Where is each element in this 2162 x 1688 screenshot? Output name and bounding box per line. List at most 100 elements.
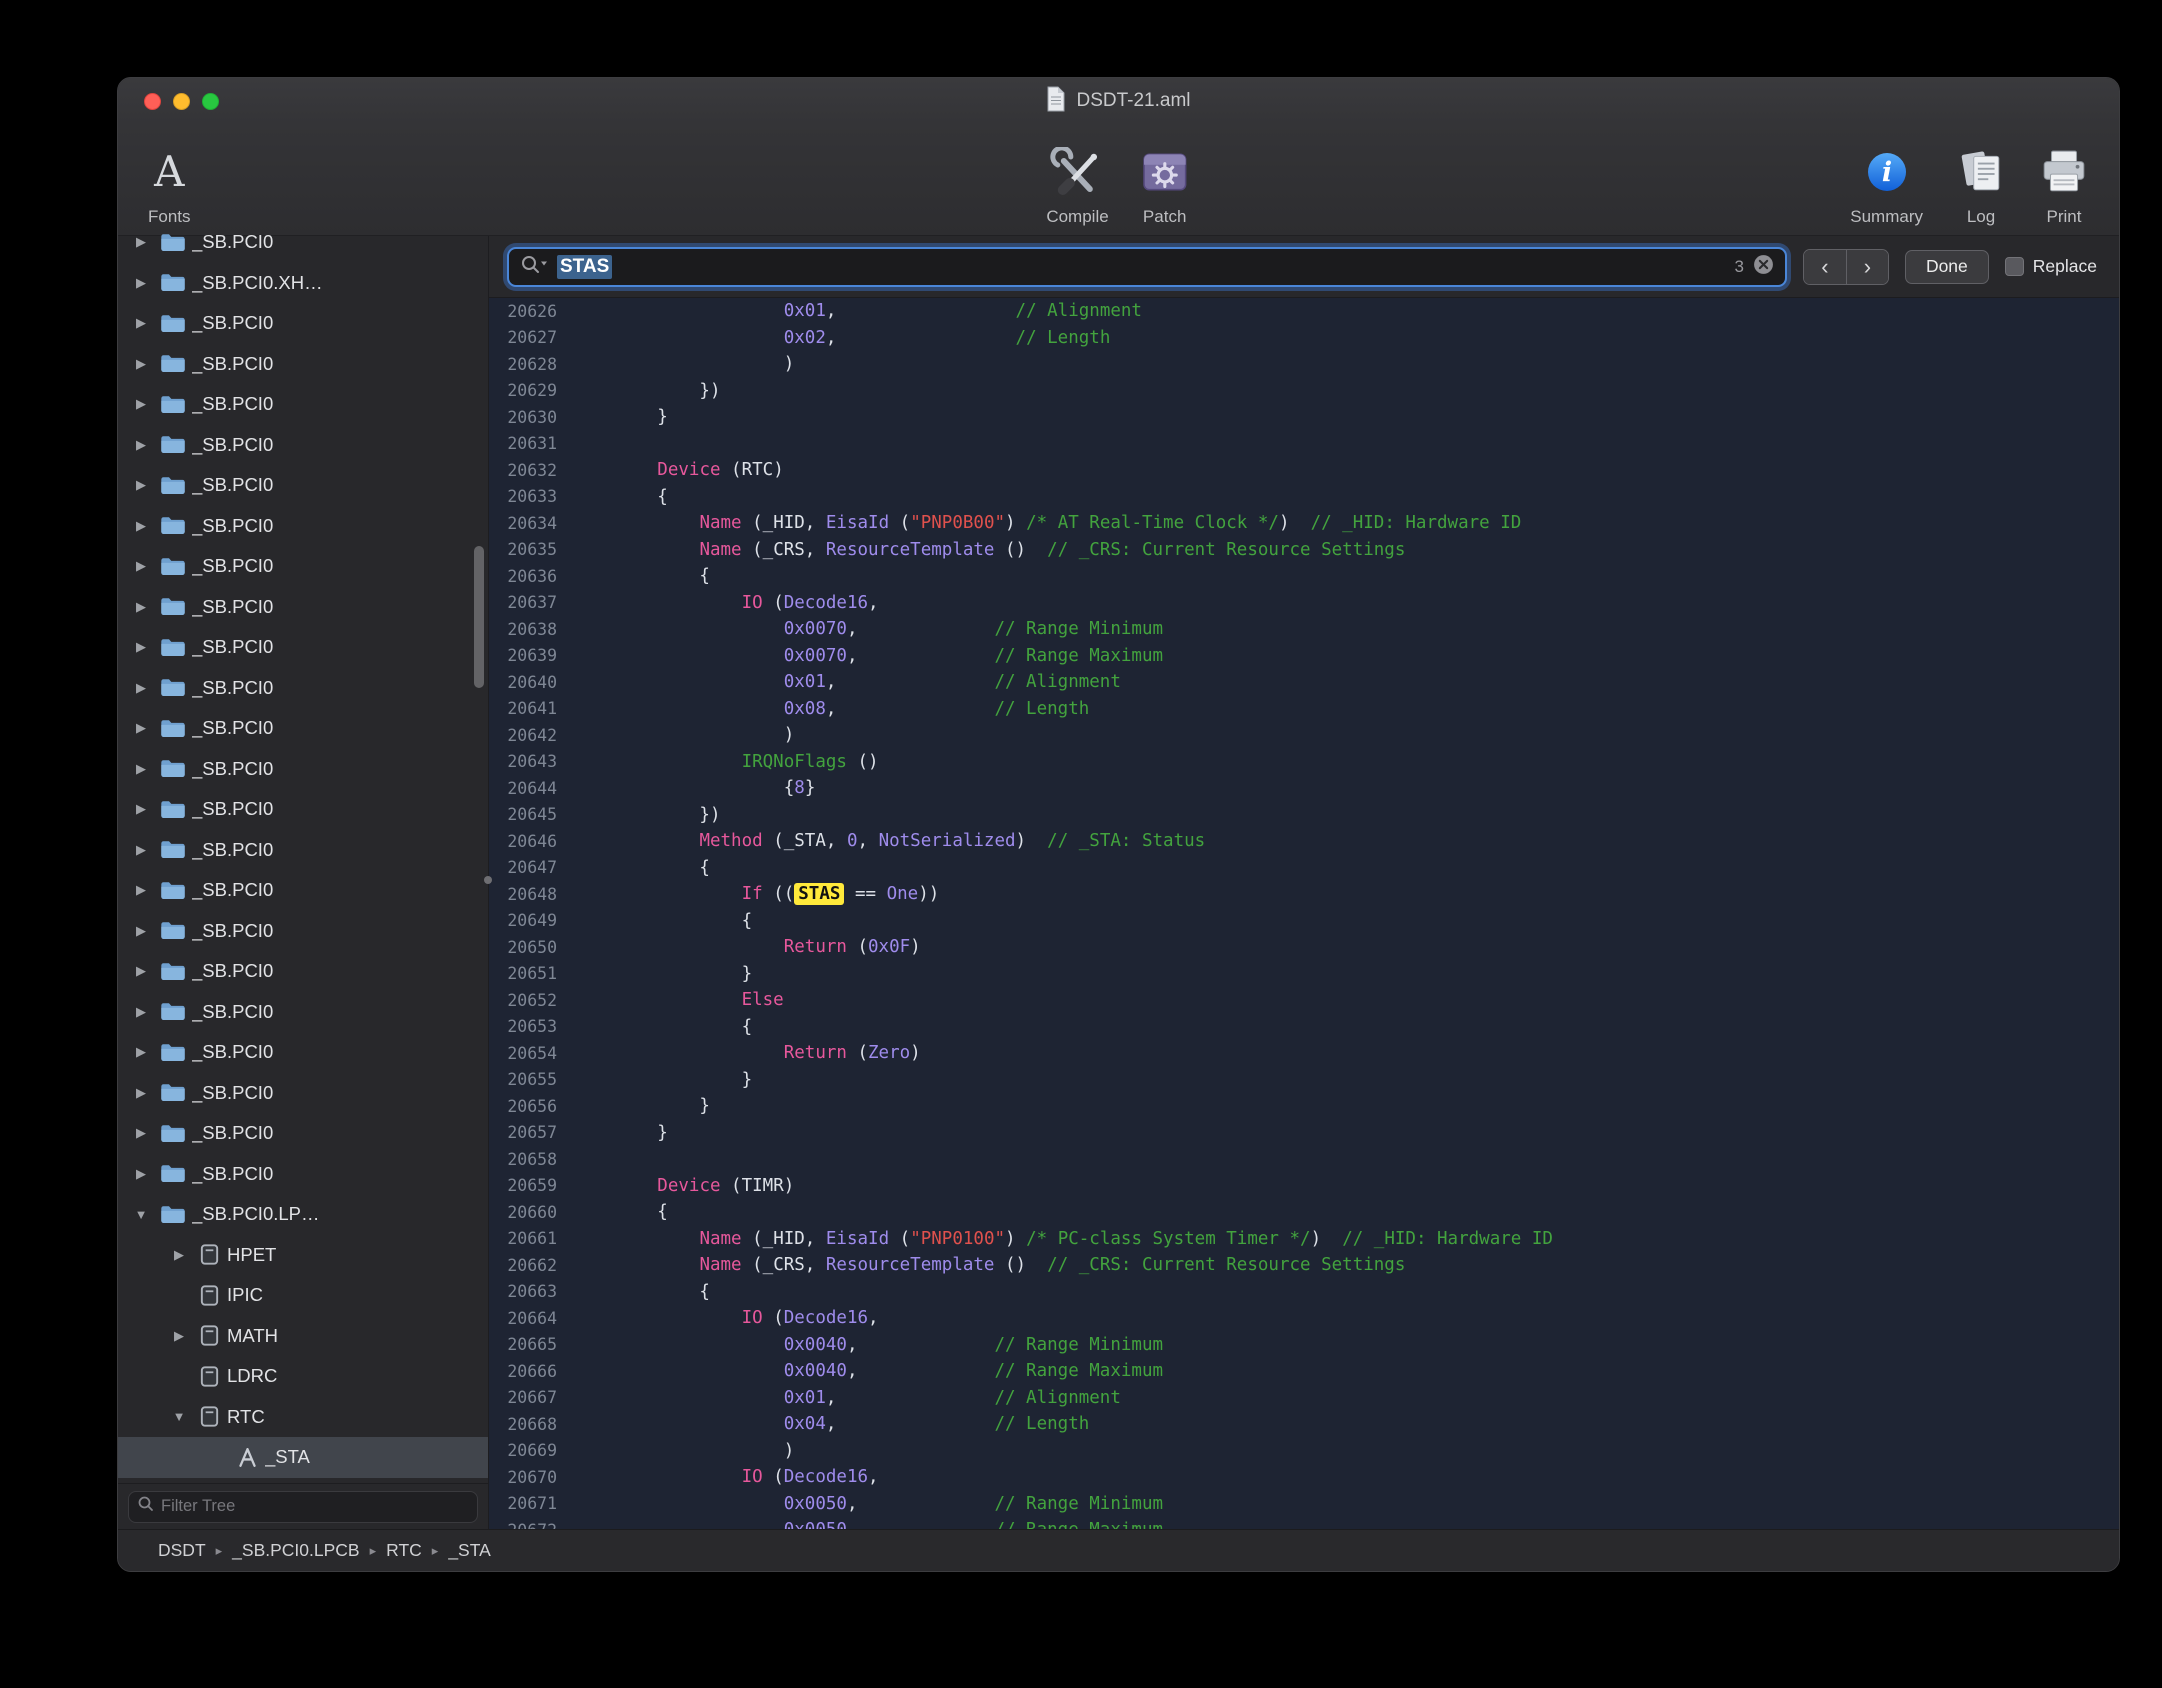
tree-item-sb-pci0[interactable]: ▶_SB.PCI0 bbox=[118, 1032, 488, 1073]
code-line[interactable]: 20646 Method (_STA, 0, NotSerialized) //… bbox=[489, 828, 2119, 855]
tree-item-ipic[interactable]: IPIC bbox=[118, 1275, 488, 1316]
disclosure-triangle[interactable]: ▶ bbox=[128, 599, 154, 615]
tree-item-sb-pci0[interactable]: ▶_SB.PCI0 bbox=[118, 668, 488, 709]
disclosure-triangle[interactable]: ▶ bbox=[128, 882, 154, 898]
tree-item-sb-pci0[interactable]: ▶_SB.PCI0 bbox=[118, 384, 488, 425]
disclosure-triangle[interactable]: ▶ bbox=[128, 1004, 154, 1020]
pane-resize-handle[interactable] bbox=[484, 876, 492, 884]
zoom-button[interactable] bbox=[202, 93, 219, 110]
tree-item-sb-pci0[interactable]: ▶_SB.PCI0 bbox=[118, 830, 488, 871]
tree-item-sta[interactable]: _STA bbox=[118, 1437, 488, 1478]
code-line[interactable]: 20642 ) bbox=[489, 722, 2119, 749]
code-line[interactable]: 20648 If ((STAS == One)) bbox=[489, 881, 2119, 908]
find-next-button[interactable]: › bbox=[1846, 250, 1888, 284]
tree-item-sb-pci0[interactable]: ▶_SB.PCI0 bbox=[118, 587, 488, 628]
code-line[interactable]: 20656 } bbox=[489, 1093, 2119, 1120]
code-line[interactable]: 20655 } bbox=[489, 1067, 2119, 1094]
code-line[interactable]: 20668 0x04, // Length bbox=[489, 1411, 2119, 1438]
code-line[interactable]: 20660 { bbox=[489, 1199, 2119, 1226]
tree-item-sb-pci0[interactable]: ▶_SB.PCI0 bbox=[118, 789, 488, 830]
find-input[interactable]: STAS 3 bbox=[507, 247, 1787, 287]
code-line[interactable]: 20628 ) bbox=[489, 351, 2119, 378]
sidebar-scrollbar[interactable] bbox=[474, 546, 484, 688]
code-line[interactable]: 20667 0x01, // Alignment bbox=[489, 1385, 2119, 1412]
tree-item-sb-pci0-lp[interactable]: ▼_SB.PCI0.LP… bbox=[118, 1194, 488, 1235]
code-line[interactable]: 20627 0x02, // Length bbox=[489, 325, 2119, 352]
code-line[interactable]: 20657 } bbox=[489, 1120, 2119, 1147]
done-button[interactable]: Done bbox=[1905, 250, 1989, 284]
disclosure-triangle[interactable]: ▶ bbox=[128, 356, 154, 372]
compile-button[interactable]: Compile bbox=[1046, 124, 1108, 235]
disclosure-triangle[interactable]: ▶ bbox=[128, 963, 154, 979]
breadcrumb-item[interactable]: RTC bbox=[386, 1540, 422, 1561]
log-button[interactable]: Log bbox=[1957, 124, 2005, 235]
code-line[interactable]: 20664 IO (Decode16, bbox=[489, 1305, 2119, 1332]
code-line[interactable]: 20635 Name (_CRS, ResourceTemplate () //… bbox=[489, 537, 2119, 564]
breadcrumb-item[interactable]: _SB.PCI0.LPCB bbox=[232, 1540, 359, 1561]
code-line[interactable]: 20645 }) bbox=[489, 802, 2119, 829]
disclosure-triangle[interactable]: ▶ bbox=[128, 1085, 154, 1101]
code-line[interactable]: 20634 Name (_HID, EisaId ("PNP0B00") /* … bbox=[489, 510, 2119, 537]
clear-search-icon[interactable] bbox=[1752, 253, 1775, 281]
disclosure-triangle[interactable]: ▶ bbox=[128, 396, 154, 412]
code-editor[interactable]: 20626 0x01, // Alignment20627 0x02, // L… bbox=[489, 298, 2119, 1529]
tree-item-sb-pci0[interactable]: ▶_SB.PCI0 bbox=[118, 708, 488, 749]
disclosure-triangle[interactable]: ▶ bbox=[128, 680, 154, 696]
disclosure-triangle[interactable]: ▶ bbox=[128, 315, 154, 331]
tree-item-rtc[interactable]: ▼RTC bbox=[118, 1397, 488, 1438]
tree-item-sb-pci0[interactable]: ▶_SB.PCI0 bbox=[118, 1073, 488, 1114]
breadcrumb-item[interactable]: DSDT bbox=[158, 1540, 206, 1561]
close-button[interactable] bbox=[144, 93, 161, 110]
tree-item-sb-pci0[interactable]: ▶_SB.PCI0 bbox=[118, 344, 488, 385]
code-line[interactable]: 20644 {8} bbox=[489, 775, 2119, 802]
code-line[interactable]: 20633 { bbox=[489, 484, 2119, 511]
disclosure-triangle[interactable]: ▶ bbox=[166, 1328, 192, 1344]
search-options-icon[interactable] bbox=[519, 253, 549, 280]
disclosure-triangle[interactable]: ▶ bbox=[128, 842, 154, 858]
code-line[interactable]: 20630 } bbox=[489, 404, 2119, 431]
tree-item-sb-pci0[interactable]: ▶_SB.PCI0 bbox=[118, 749, 488, 790]
code-line[interactable]: 20669 ) bbox=[489, 1438, 2119, 1465]
disclosure-triangle[interactable]: ▶ bbox=[128, 720, 154, 736]
code-line[interactable]: 20637 IO (Decode16, bbox=[489, 590, 2119, 617]
code-line[interactable]: 20666 0x0040, // Range Maximum bbox=[489, 1358, 2119, 1385]
code-line[interactable]: 20636 { bbox=[489, 563, 2119, 590]
code-line[interactable]: 20639 0x0070, // Range Maximum bbox=[489, 643, 2119, 670]
code-line[interactable]: 20643 IRQNoFlags () bbox=[489, 749, 2119, 776]
code-line[interactable]: 20663 { bbox=[489, 1279, 2119, 1306]
code-line[interactable]: 20629 }) bbox=[489, 378, 2119, 405]
code-line[interactable]: 20640 0x01, // Alignment bbox=[489, 669, 2119, 696]
code-line[interactable]: 20638 0x0070, // Range Minimum bbox=[489, 616, 2119, 643]
disclosure-triangle[interactable]: ▶ bbox=[128, 275, 154, 291]
tree-item-sb-pci0[interactable]: ▶_SB.PCI0 bbox=[118, 465, 488, 506]
breadcrumb-item[interactable]: _STA bbox=[448, 1540, 490, 1561]
disclosure-triangle[interactable]: ▶ bbox=[128, 477, 154, 493]
disclosure-triangle[interactable]: ▶ bbox=[128, 437, 154, 453]
code-line[interactable]: 20672 0x0050, // Range Maximum bbox=[489, 1517, 2119, 1529]
disclosure-triangle[interactable]: ▶ bbox=[128, 801, 154, 817]
code-line[interactable]: 20662 Name (_CRS, ResourceTemplate () //… bbox=[489, 1252, 2119, 1279]
summary-button[interactable]: i Summary bbox=[1850, 124, 1923, 235]
code-line[interactable]: 20650 Return (0x0F) bbox=[489, 934, 2119, 961]
tree-item-sb-pci0[interactable]: ▶_SB.PCI0 bbox=[118, 870, 488, 911]
titlebar[interactable]: DSDT-21.aml bbox=[118, 78, 2119, 124]
tree-item-sb-pci0[interactable]: ▶_SB.PCI0 bbox=[118, 303, 488, 344]
disclosure-triangle[interactable]: ▼ bbox=[166, 1409, 192, 1424]
code-line[interactable]: 20671 0x0050, // Range Minimum bbox=[489, 1491, 2119, 1518]
tree-item-sb-pci0[interactable]: ▶_SB.PCI0 bbox=[118, 1154, 488, 1195]
code-line[interactable]: 20651 } bbox=[489, 961, 2119, 988]
disclosure-triangle[interactable]: ▶ bbox=[128, 923, 154, 939]
tree-item-math[interactable]: ▶MATH bbox=[118, 1316, 488, 1357]
fonts-button[interactable]: A Fonts bbox=[148, 124, 191, 235]
minimize-button[interactable] bbox=[173, 93, 190, 110]
code-line[interactable]: 20652 Else bbox=[489, 987, 2119, 1014]
disclosure-triangle[interactable]: ▶ bbox=[128, 518, 154, 534]
disclosure-triangle[interactable]: ▶ bbox=[166, 1247, 192, 1263]
find-previous-button[interactable]: ‹ bbox=[1804, 250, 1846, 284]
code-line[interactable]: 20653 { bbox=[489, 1014, 2119, 1041]
code-line[interactable]: 20654 Return (Zero) bbox=[489, 1040, 2119, 1067]
code-line[interactable]: 20632 Device (RTC) bbox=[489, 457, 2119, 484]
tree-item-sb-pci0[interactable]: ▶_SB.PCI0 bbox=[118, 1113, 488, 1154]
replace-checkbox[interactable] bbox=[2005, 257, 2024, 276]
tree-item-ldrc[interactable]: LDRC bbox=[118, 1356, 488, 1397]
